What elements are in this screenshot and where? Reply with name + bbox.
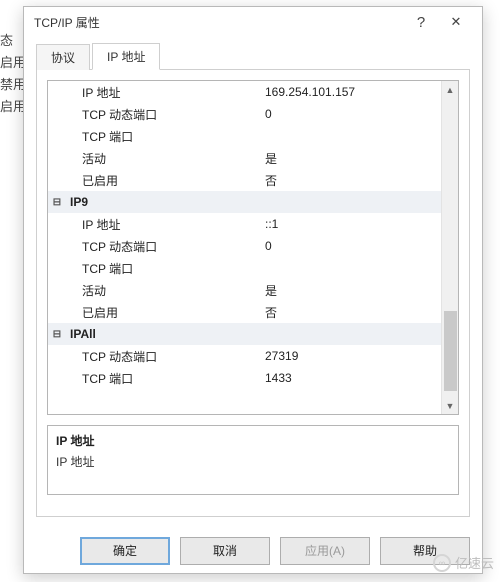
property-grid-rows: IP 地址169.254.101.157TCP 动态端口0TCP 端口活动是已启…	[48, 81, 441, 414]
property-section-header[interactable]: ⊟IP9	[48, 191, 441, 213]
description-box: IP 地址 IP 地址	[47, 425, 459, 495]
property-value[interactable]: 0	[261, 239, 441, 253]
watermark-text: 亿速云	[455, 553, 494, 572]
property-label: TCP 端口	[66, 370, 261, 387]
dialog-content: 协议 IP 地址 IP 地址169.254.101.157TCP 动态端口0TC…	[24, 37, 482, 527]
scroll-up-icon[interactable]: ▲	[442, 81, 458, 98]
property-value[interactable]: ::1	[261, 217, 441, 231]
property-row[interactable]: IP 地址::1	[48, 213, 441, 235]
property-row[interactable]: IP 地址169.254.101.157	[48, 81, 441, 103]
expand-collapse-icon[interactable]: ⊟	[48, 329, 66, 340]
property-label: 已启用	[66, 304, 261, 321]
tab-panel-ip-address: IP 地址169.254.101.157TCP 动态端口0TCP 端口活动是已启…	[36, 69, 470, 517]
property-row[interactable]: 活动是	[48, 279, 441, 301]
property-label: 活动	[66, 150, 261, 167]
property-value[interactable]: 169.254.101.157	[261, 85, 441, 99]
property-label: IP9	[66, 195, 261, 209]
tab-strip: 协议 IP 地址	[36, 43, 470, 69]
property-value[interactable]: 0	[261, 107, 441, 121]
scroll-thumb[interactable]	[444, 311, 457, 391]
property-row[interactable]: 已启用否	[48, 301, 441, 323]
property-row[interactable]: TCP 端口	[48, 125, 441, 147]
property-label: IPAll	[66, 327, 261, 341]
property-label: IP 地址	[66, 84, 261, 101]
property-label: TCP 动态端口	[66, 106, 261, 123]
property-value[interactable]: 是	[261, 150, 441, 167]
description-body: IP 地址	[56, 453, 450, 470]
property-row[interactable]: TCP 动态端口27319	[48, 345, 441, 367]
tcpip-properties-dialog: TCP/IP 属性 ? ✕ 协议 IP 地址 IP 地址169.254.101.…	[23, 6, 483, 574]
property-label: TCP 端口	[66, 260, 261, 277]
property-label: 活动	[66, 282, 261, 299]
property-row[interactable]: 活动是	[48, 147, 441, 169]
titlebar: TCP/IP 属性 ? ✕	[24, 7, 482, 37]
help-icon[interactable]: ?	[406, 8, 436, 36]
watermark-icon: ∞	[433, 554, 451, 572]
ok-button[interactable]: 确定	[80, 537, 170, 565]
property-row[interactable]: TCP 动态端口0	[48, 235, 441, 257]
property-value[interactable]: 否	[261, 304, 441, 321]
dialog-buttons: 确定 取消 应用(A) 帮助	[24, 527, 482, 573]
property-value[interactable]: 27319	[261, 349, 441, 363]
property-label: 已启用	[66, 172, 261, 189]
tab-ip-address[interactable]: IP 地址	[92, 43, 160, 70]
property-label: TCP 动态端口	[66, 238, 261, 255]
watermark: ∞ 亿速云	[433, 553, 494, 572]
description-heading: IP 地址	[56, 432, 450, 449]
property-label: TCP 动态端口	[66, 348, 261, 365]
apply-button: 应用(A)	[280, 537, 370, 565]
property-row[interactable]: 已启用否	[48, 169, 441, 191]
property-row[interactable]: TCP 动态端口0	[48, 103, 441, 125]
property-label: TCP 端口	[66, 128, 261, 145]
expand-collapse-icon[interactable]: ⊟	[48, 197, 66, 208]
property-section-header[interactable]: ⊟IPAll	[48, 323, 441, 345]
close-icon[interactable]: ✕	[436, 8, 476, 36]
cancel-button[interactable]: 取消	[180, 537, 270, 565]
property-label: IP 地址	[66, 216, 261, 233]
property-row[interactable]: TCP 端口	[48, 257, 441, 279]
property-grid: IP 地址169.254.101.157TCP 动态端口0TCP 端口活动是已启…	[47, 80, 459, 415]
property-value[interactable]: 是	[261, 282, 441, 299]
property-row[interactable]: TCP 端口1433	[48, 367, 441, 389]
scroll-down-icon[interactable]: ▼	[442, 397, 458, 414]
property-value[interactable]: 否	[261, 172, 441, 189]
scrollbar-vertical[interactable]: ▲ ▼	[441, 81, 458, 414]
tab-protocol[interactable]: 协议	[36, 44, 90, 70]
property-value[interactable]: 1433	[261, 371, 441, 385]
dialog-title: TCP/IP 属性	[34, 14, 406, 31]
